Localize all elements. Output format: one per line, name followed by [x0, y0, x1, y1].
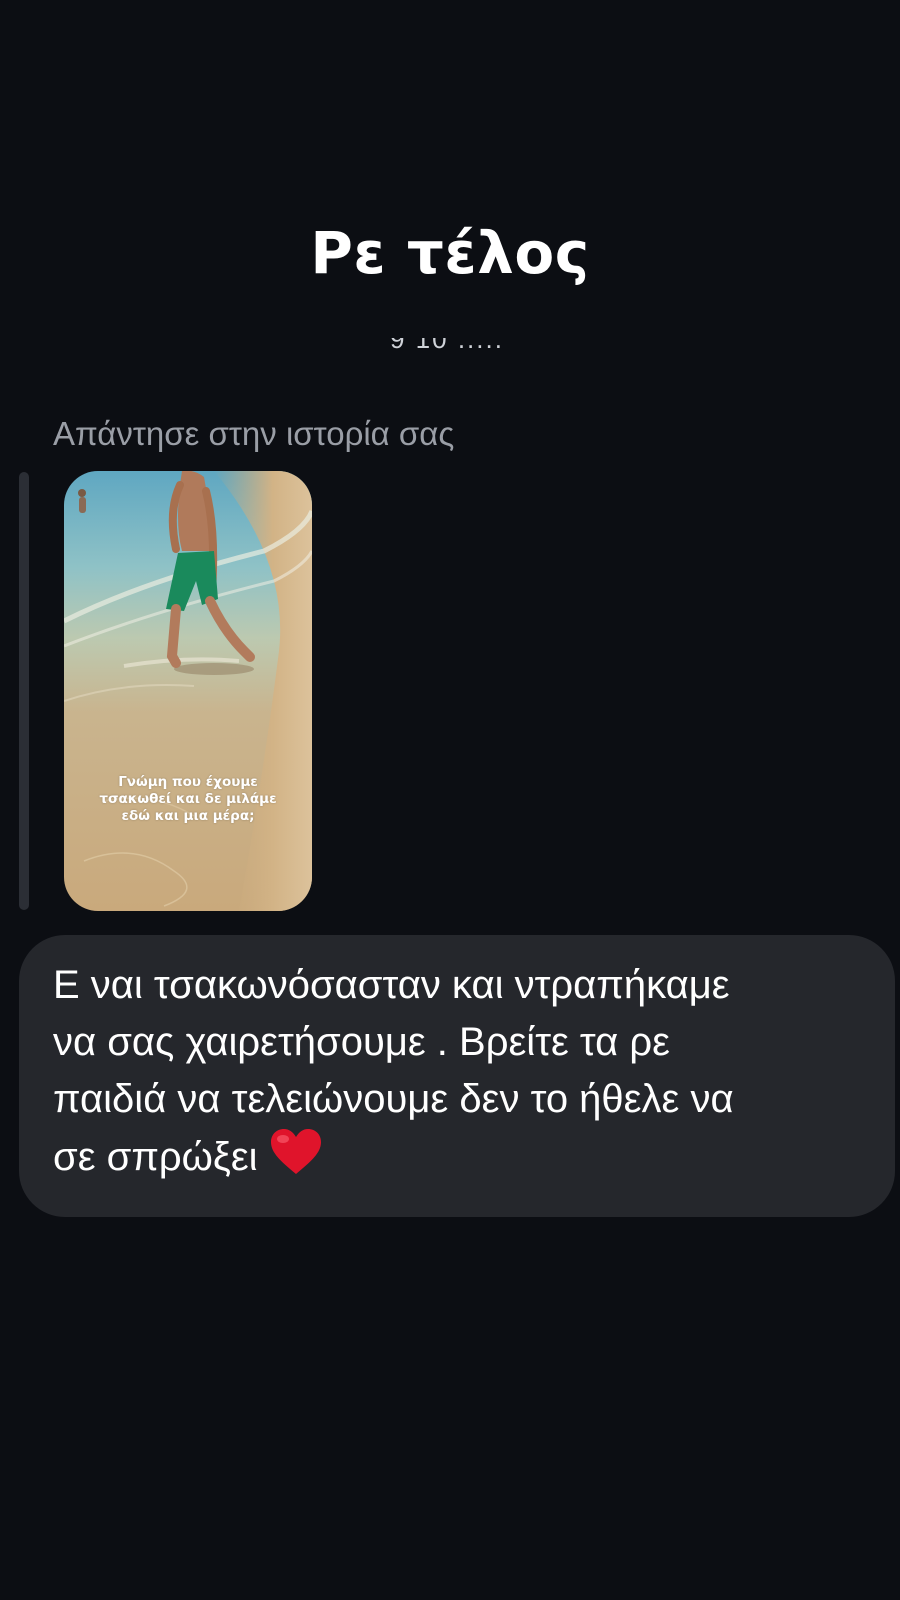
message-content: Ε ναι τσακωνόσασταν και ντραπήκαμε να σα… — [53, 957, 883, 1186]
story-thumbnail[interactable]: Γνώμη που έχουμε τσακωθεί και δε μιλάμε … — [64, 471, 312, 911]
red-heart-icon — [270, 1129, 321, 1174]
message-bubble[interactable]: Ε ναι τσακωνόσασταν και ντραπήκαμε να σα… — [19, 935, 895, 1217]
timestamp-clipped: 9 10 ..... — [390, 338, 540, 360]
story-caption: Γνώμη που έχουμε τσακωθεί και δε μιλάμε … — [99, 774, 277, 824]
chat-screen: Ρε τέλος 9 10 ..... Απάντησε στην ιστορί… — [0, 0, 900, 1600]
reply-indicator-bar — [19, 472, 29, 910]
page-title: Ρε τέλος — [310, 219, 590, 287]
beach-photo — [64, 471, 312, 911]
message-text: Ε ναι τσακωνόσασταν και ντραπήκαμε να σα… — [53, 963, 734, 1179]
story-reply-label: Απάντησε στην ιστορία σας — [53, 415, 455, 452]
timestamp-text: 9 10 ..... — [390, 338, 504, 354]
